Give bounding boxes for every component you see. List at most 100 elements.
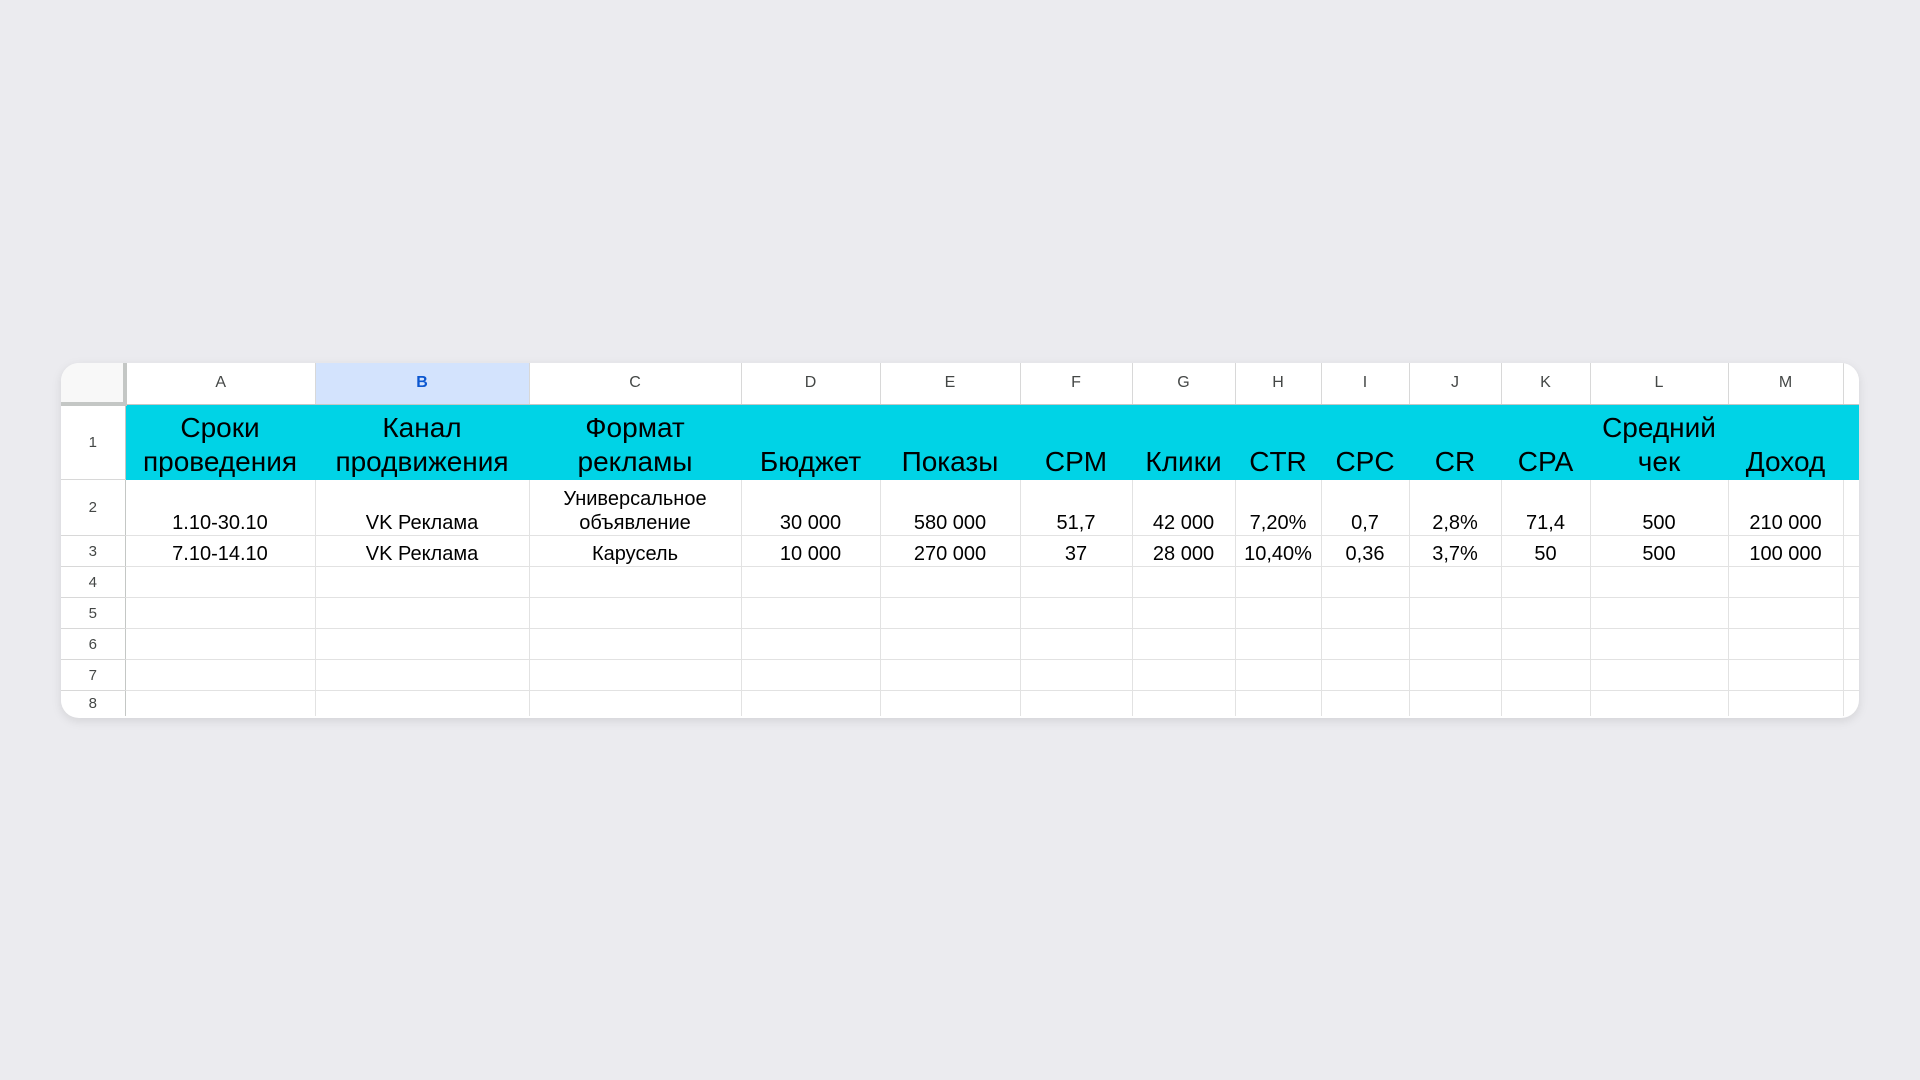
- empty-cell[interactable]: [1235, 690, 1322, 716]
- empty-cell[interactable]: [529, 659, 742, 691]
- cell-e1[interactable]: Показы: [880, 404, 1021, 480]
- empty-cell[interactable]: [1728, 566, 1844, 598]
- empty-cell[interactable]: [125, 690, 316, 716]
- empty-cell[interactable]: [1409, 597, 1502, 629]
- empty-cell[interactable]: [1132, 566, 1236, 598]
- cell-d2[interactable]: 30 000: [741, 479, 881, 536]
- cell-i2[interactable]: 0,7: [1321, 479, 1410, 536]
- empty-cell[interactable]: [1235, 597, 1322, 629]
- empty-cell[interactable]: [1590, 628, 1729, 660]
- empty-cell[interactable]: [1235, 566, 1322, 598]
- column-header-f[interactable]: F: [1020, 363, 1133, 405]
- empty-cell[interactable]: [315, 597, 530, 629]
- empty-cell[interactable]: [1020, 690, 1133, 716]
- empty-cell[interactable]: [880, 566, 1021, 598]
- empty-cell[interactable]: [1728, 690, 1844, 716]
- row-number[interactable]: 5: [61, 597, 126, 629]
- empty-cell[interactable]: [1409, 628, 1502, 660]
- column-header-h[interactable]: H: [1235, 363, 1322, 405]
- empty-cell[interactable]: [1501, 597, 1591, 629]
- cell-h2[interactable]: 7,20%: [1235, 479, 1322, 536]
- cell-k1[interactable]: CPA: [1501, 404, 1591, 480]
- empty-cell[interactable]: [529, 597, 742, 629]
- cell-b1[interactable]: Канал продвижения: [315, 404, 530, 480]
- cell-c2[interactable]: Универсальное объявление: [529, 479, 742, 536]
- empty-cell[interactable]: [1501, 566, 1591, 598]
- cell-c1[interactable]: Формат рекламы: [529, 404, 742, 480]
- cell-g2[interactable]: 42 000: [1132, 479, 1236, 536]
- cell-m2[interactable]: 210 000: [1728, 479, 1844, 536]
- empty-cell[interactable]: [1321, 566, 1410, 598]
- cell-d3[interactable]: 10 000: [741, 535, 881, 567]
- empty-cell[interactable]: [529, 690, 742, 716]
- empty-cell[interactable]: [125, 566, 316, 598]
- row-number[interactable]: 6: [61, 628, 126, 660]
- cell-h1[interactable]: CTR: [1235, 404, 1322, 480]
- cell-h3[interactable]: 10,40%: [1235, 535, 1322, 567]
- empty-cell[interactable]: [1843, 659, 1859, 691]
- empty-cell[interactable]: [1728, 597, 1844, 629]
- cell-d1[interactable]: Бюджет: [741, 404, 881, 480]
- empty-cell[interactable]: [1020, 659, 1133, 691]
- cell-c3[interactable]: Карусель: [529, 535, 742, 567]
- empty-cell[interactable]: [1590, 659, 1729, 691]
- empty-cell[interactable]: [1132, 628, 1236, 660]
- column-header-c[interactable]: C: [529, 363, 742, 405]
- column-header-j[interactable]: J: [1409, 363, 1502, 405]
- empty-cell[interactable]: [1235, 659, 1322, 691]
- empty-cell[interactable]: [125, 628, 316, 660]
- empty-cell[interactable]: [125, 659, 316, 691]
- column-header-m[interactable]: M: [1728, 363, 1844, 405]
- empty-cell[interactable]: [741, 628, 881, 660]
- empty-cell[interactable]: [880, 659, 1021, 691]
- cell-f2[interactable]: 51,7: [1020, 479, 1133, 536]
- empty-cell[interactable]: [880, 690, 1021, 716]
- cell-i1[interactable]: CPC: [1321, 404, 1410, 480]
- empty-cell[interactable]: [1409, 690, 1502, 716]
- empty-cell[interactable]: [315, 566, 530, 598]
- empty-cell[interactable]: [1020, 597, 1133, 629]
- empty-cell[interactable]: [1590, 597, 1729, 629]
- empty-cell[interactable]: [1843, 690, 1859, 716]
- empty-cell[interactable]: [1501, 659, 1591, 691]
- empty-cell[interactable]: [880, 597, 1021, 629]
- column-header-e[interactable]: E: [880, 363, 1021, 405]
- row-number[interactable]: 7: [61, 659, 126, 691]
- cell-b3[interactable]: VK Реклама: [315, 535, 530, 567]
- cell-g1[interactable]: Клики: [1132, 404, 1236, 480]
- empty-cell[interactable]: [741, 566, 881, 598]
- empty-cell[interactable]: [1235, 628, 1322, 660]
- cell-a1[interactable]: Сроки проведения: [125, 404, 316, 480]
- column-header-g[interactable]: G: [1132, 363, 1236, 405]
- column-header-a[interactable]: A: [125, 363, 316, 405]
- cell-n3[interactable]: [1843, 535, 1859, 567]
- cell-n2[interactable]: [1843, 479, 1859, 536]
- empty-cell[interactable]: [125, 597, 316, 629]
- column-header-b[interactable]: B: [315, 363, 530, 405]
- select-all-corner[interactable]: [61, 363, 127, 406]
- row-number[interactable]: 2: [61, 479, 126, 536]
- cell-j1[interactable]: CR: [1409, 404, 1502, 480]
- column-header-l[interactable]: L: [1590, 363, 1729, 405]
- cell-f1[interactable]: CPM: [1020, 404, 1133, 480]
- empty-cell[interactable]: [1321, 597, 1410, 629]
- cell-g3[interactable]: 28 000: [1132, 535, 1236, 567]
- empty-cell[interactable]: [1501, 690, 1591, 716]
- cell-l2[interactable]: 500: [1590, 479, 1729, 536]
- cell-e2[interactable]: 580 000: [880, 479, 1021, 536]
- empty-cell[interactable]: [1132, 690, 1236, 716]
- cell-k3[interactable]: 50: [1501, 535, 1591, 567]
- empty-cell[interactable]: [1728, 628, 1844, 660]
- column-header-n-partial[interactable]: [1843, 363, 1859, 405]
- empty-cell[interactable]: [315, 628, 530, 660]
- cell-j3[interactable]: 3,7%: [1409, 535, 1502, 567]
- empty-cell[interactable]: [741, 659, 881, 691]
- empty-cell[interactable]: [529, 566, 742, 598]
- empty-cell[interactable]: [1132, 659, 1236, 691]
- cell-a3[interactable]: 7.10-14.10: [125, 535, 316, 567]
- empty-cell[interactable]: [1020, 628, 1133, 660]
- empty-cell[interactable]: [1321, 659, 1410, 691]
- cell-l3[interactable]: 500: [1590, 535, 1729, 567]
- cell-a2[interactable]: 1.10-30.10: [125, 479, 316, 536]
- empty-cell[interactable]: [1843, 566, 1859, 598]
